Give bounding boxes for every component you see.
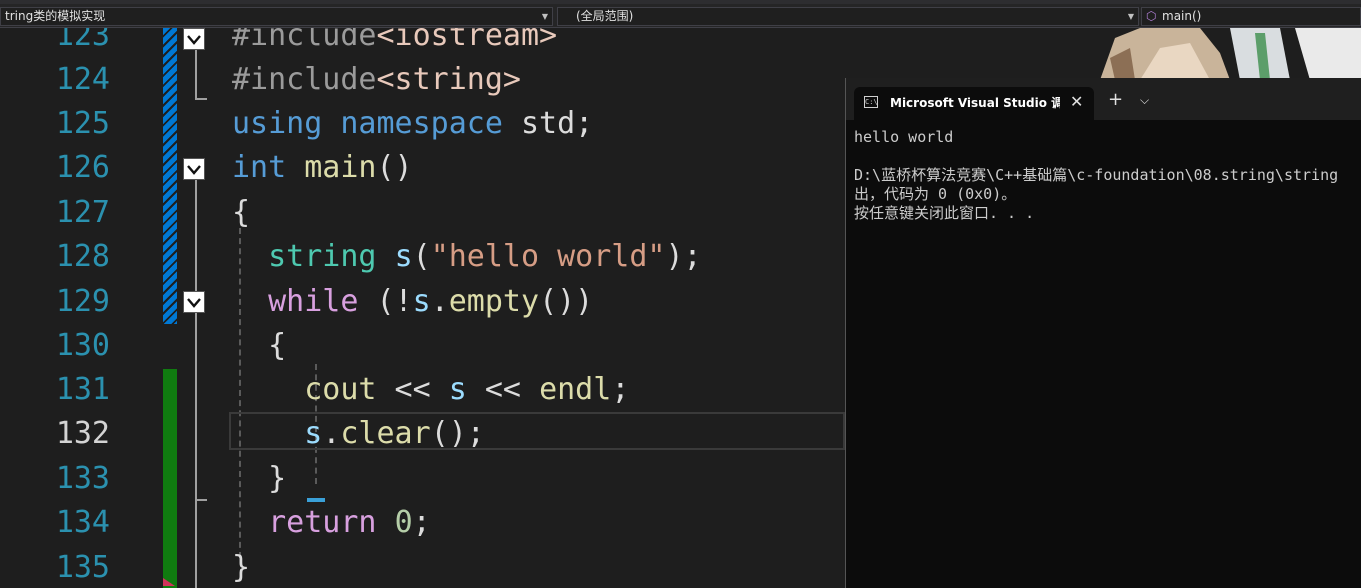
function-label: main(): [1162, 9, 1202, 23]
code-line: {: [232, 195, 251, 230]
change-indicator-unsaved: [163, 369, 177, 588]
console-tab[interactable]: C:\ Microsoft Visual Studio 调试控制台 ✕: [854, 87, 1094, 120]
new-tab-button[interactable]: +: [1108, 90, 1123, 110]
project-scope-dropdown[interactable]: tring类的模拟实现 ▼: [0, 7, 553, 26]
line-number: 131: [55, 372, 110, 407]
chevron-down-icon: [187, 298, 201, 308]
cube-icon: ⬡: [1146, 9, 1157, 23]
breakpoint-marker: [163, 578, 175, 586]
global-scope-label: (全局范围): [576, 9, 634, 23]
outline-line: [195, 46, 197, 100]
code-line: }: [232, 550, 251, 585]
collapse-toggle[interactable]: [183, 291, 205, 313]
line-number: 124: [55, 62, 110, 97]
code-line: while (!s.empty()): [268, 284, 594, 319]
code-line: return 0;: [268, 505, 431, 540]
line-number: 135: [55, 550, 110, 585]
console-icon: C:\: [864, 96, 878, 108]
chevron-down-icon[interactable]: ⌵: [1140, 90, 1149, 110]
chevron-down-icon: [187, 165, 201, 175]
global-scope-dropdown[interactable]: (全局范围) ▼: [557, 7, 1139, 26]
line-number: 123: [55, 28, 110, 53]
console-titlebar: C:\ Microsoft Visual Studio 调试控制台 ✕ + ⌵: [846, 78, 1361, 120]
code-line: {: [268, 328, 287, 363]
line-number: 134: [55, 505, 110, 540]
chevron-down-icon: [187, 35, 201, 45]
outline-end: [195, 499, 207, 501]
code-line: #include<iostream>: [232, 28, 558, 53]
console-tab-title: Microsoft Visual Studio 调试控制台: [890, 96, 1060, 110]
code-line: }: [268, 461, 287, 496]
code-line: using namespace std;: [232, 106, 594, 141]
outline-end: [195, 98, 207, 100]
collapse-toggle[interactable]: [183, 28, 205, 50]
project-scope-label: tring类的模拟实现: [5, 9, 106, 23]
code-line: int main(): [232, 150, 413, 185]
line-number: 128: [55, 239, 110, 274]
outline-line: [195, 178, 197, 588]
code-line: #include<string>: [232, 62, 521, 97]
console-output-line: 按任意键关闭此窗口. . .: [854, 204, 1035, 222]
line-number: 127: [55, 195, 110, 230]
close-icon[interactable]: ✕: [1070, 92, 1083, 112]
line-number: 133: [55, 461, 110, 496]
line-number: 126: [55, 150, 110, 185]
line-number: 130: [55, 328, 110, 363]
debug-console-window[interactable]: C:\ Microsoft Visual Studio 调试控制台 ✕ + ⌵ …: [845, 78, 1361, 588]
function-dropdown[interactable]: ⬡ main(): [1141, 7, 1361, 26]
code-line: string s("hello world");: [268, 239, 702, 274]
line-number-current: 132: [55, 416, 110, 451]
line-number: 129: [55, 284, 110, 319]
collapse-toggle[interactable]: [183, 158, 205, 180]
navigation-bar: tring类的模拟实现 ▼ (全局范围) ▼ ⬡ main(): [0, 0, 1361, 28]
dropdown-arrow-icon: ▼: [541, 12, 548, 21]
change-indicator-saved: [163, 28, 177, 324]
code-line-current: s.clear();: [304, 416, 485, 451]
document-tab-strip: [0, 0, 1361, 4]
dropdown-arrow-icon: ▼: [1127, 12, 1134, 21]
console-output-line: 出，代码为 0 (0x0)。: [854, 185, 1017, 203]
background-artwork: [1100, 28, 1361, 80]
console-output-line: D:\蓝桥杯算法竞赛\C++基础篇\c-foundation\08.string…: [854, 166, 1339, 184]
code-line: cout << s << endl;: [304, 372, 630, 407]
console-output-line: hello world: [854, 128, 954, 146]
line-number: 125: [55, 106, 110, 141]
